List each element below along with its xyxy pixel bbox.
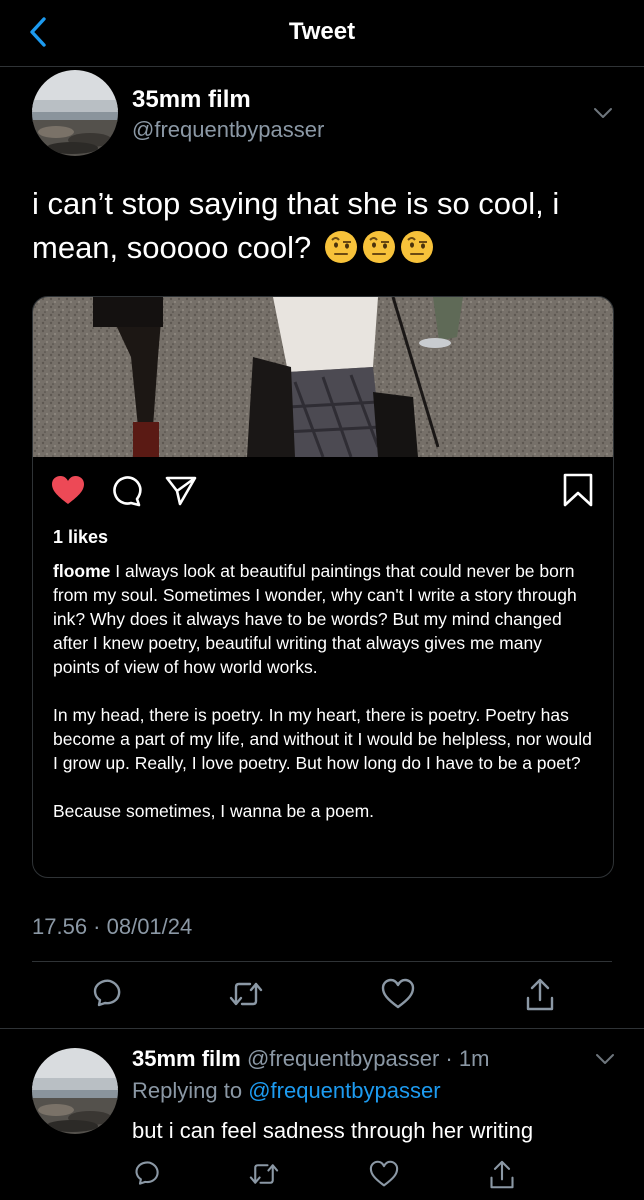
retweet-icon[interactable]	[248, 1160, 280, 1188]
tweet-media-card[interactable]: 1 likes floome I always look at beautifu…	[32, 296, 614, 878]
reply-time: 1m	[458, 1046, 490, 1071]
tweet-timestamp: 17.56 · 08/01/24	[32, 914, 193, 939]
instagram-caption: floome I always look at beautiful painti…	[53, 559, 593, 847]
reply-author-name[interactable]: 35mm film	[132, 1046, 241, 1071]
reply-icon[interactable]	[91, 978, 123, 1010]
send-icon[interactable]	[165, 475, 197, 507]
reply-separator: ·	[445, 1046, 453, 1071]
replying-to-handle[interactable]: @frequentbypasser	[248, 1078, 440, 1103]
chevron-down-icon[interactable]	[594, 1052, 616, 1066]
top-nav-bar: Tweet	[0, 0, 644, 67]
raised-eyebrow-emoji-icon	[324, 231, 357, 263]
author-handle[interactable]: @frequentbypasser	[132, 117, 324, 143]
caption-paragraph-1: I always look at beautiful paintings tha…	[53, 561, 577, 677]
divider	[32, 961, 612, 962]
tweet-text: i can’t stop saying that she is so cool,…	[32, 182, 622, 270]
comment-icon[interactable]	[111, 475, 143, 507]
reply-header: 35mm film @frequentbypasser · 1m	[132, 1046, 489, 1072]
share-icon[interactable]	[524, 978, 556, 1012]
caption-username: floome	[53, 561, 111, 581]
share-icon[interactable]	[488, 1160, 516, 1190]
retweet-icon[interactable]	[228, 978, 264, 1010]
bookmark-icon[interactable]	[563, 473, 593, 507]
embedded-photo	[33, 297, 613, 457]
raised-eyebrow-emoji-icon	[362, 231, 395, 263]
author-name[interactable]: 35mm film	[132, 86, 251, 114]
divider	[0, 1028, 644, 1029]
caption-paragraph-3: Because sometimes, I wanna be a poem.	[53, 801, 375, 821]
instagram-action-bar	[33, 457, 613, 517]
reply-action-bar	[0, 1160, 644, 1190]
tweet-text-body: i can’t stop saying that she is so cool,…	[32, 186, 560, 265]
likes-count: 1 likes	[53, 527, 109, 547]
chevron-down-icon[interactable]	[592, 106, 614, 120]
caption-paragraph-2: In my head, there is poetry. In my heart…	[53, 705, 592, 773]
tweet-action-bar	[0, 978, 644, 1014]
author-avatar[interactable]	[32, 70, 118, 156]
reply-author-avatar[interactable]	[32, 1048, 118, 1134]
raised-eyebrow-emoji-icon	[400, 231, 433, 263]
page-title: Tweet	[288, 18, 356, 45]
replying-to-label: Replying to	[132, 1078, 243, 1103]
replying-to: Replying to @frequentbypasser	[132, 1078, 441, 1104]
reply-author-handle[interactable]: @frequentbypasser	[247, 1046, 439, 1071]
like-icon[interactable]	[381, 978, 415, 1010]
reply-icon[interactable]	[133, 1160, 161, 1188]
heart-filled-icon[interactable]	[51, 475, 85, 505]
reply-text: but i can feel sadness through her writi…	[132, 1118, 534, 1143]
like-icon[interactable]	[369, 1160, 399, 1188]
